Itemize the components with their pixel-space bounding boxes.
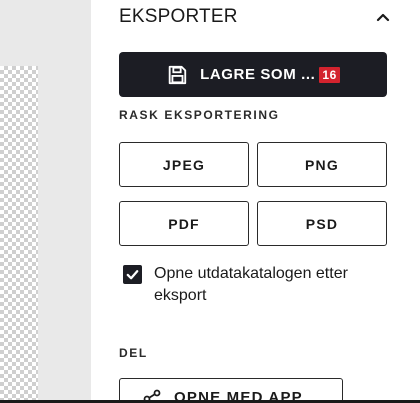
save-as-button[interactable]: LAGRE SOM ... 16 xyxy=(119,52,387,97)
export-jpeg-button[interactable]: JPEG xyxy=(119,142,249,187)
open-folder-checkbox[interactable] xyxy=(123,265,142,284)
panel-title: EKSPORTER xyxy=(119,6,238,27)
canvas-area xyxy=(0,0,91,403)
share-heading: DEL xyxy=(119,346,148,360)
export-pdf-button[interactable]: PDF xyxy=(119,201,249,246)
quick-export-heading: RASK EKSPORTERING xyxy=(119,108,280,122)
checkmark-icon xyxy=(126,270,139,280)
transparent-canvas xyxy=(0,66,38,403)
export-png-button[interactable]: PNG xyxy=(257,142,387,187)
export-panel: EKSPORTER LAGRE SOM ... 16 RASK EKSPORTE… xyxy=(91,0,420,403)
save-as-badge: 16 xyxy=(319,66,340,83)
save-as-label: LAGRE SOM ... xyxy=(200,66,316,83)
chevron-up-icon[interactable] xyxy=(375,9,391,25)
floppy-disk-icon xyxy=(168,65,187,84)
export-psd-button[interactable]: PSD xyxy=(257,201,387,246)
save-as-label-group: LAGRE SOM ... 16 xyxy=(200,66,340,83)
open-folder-label: Opne utdatakatalogen etter eksport xyxy=(154,265,348,304)
